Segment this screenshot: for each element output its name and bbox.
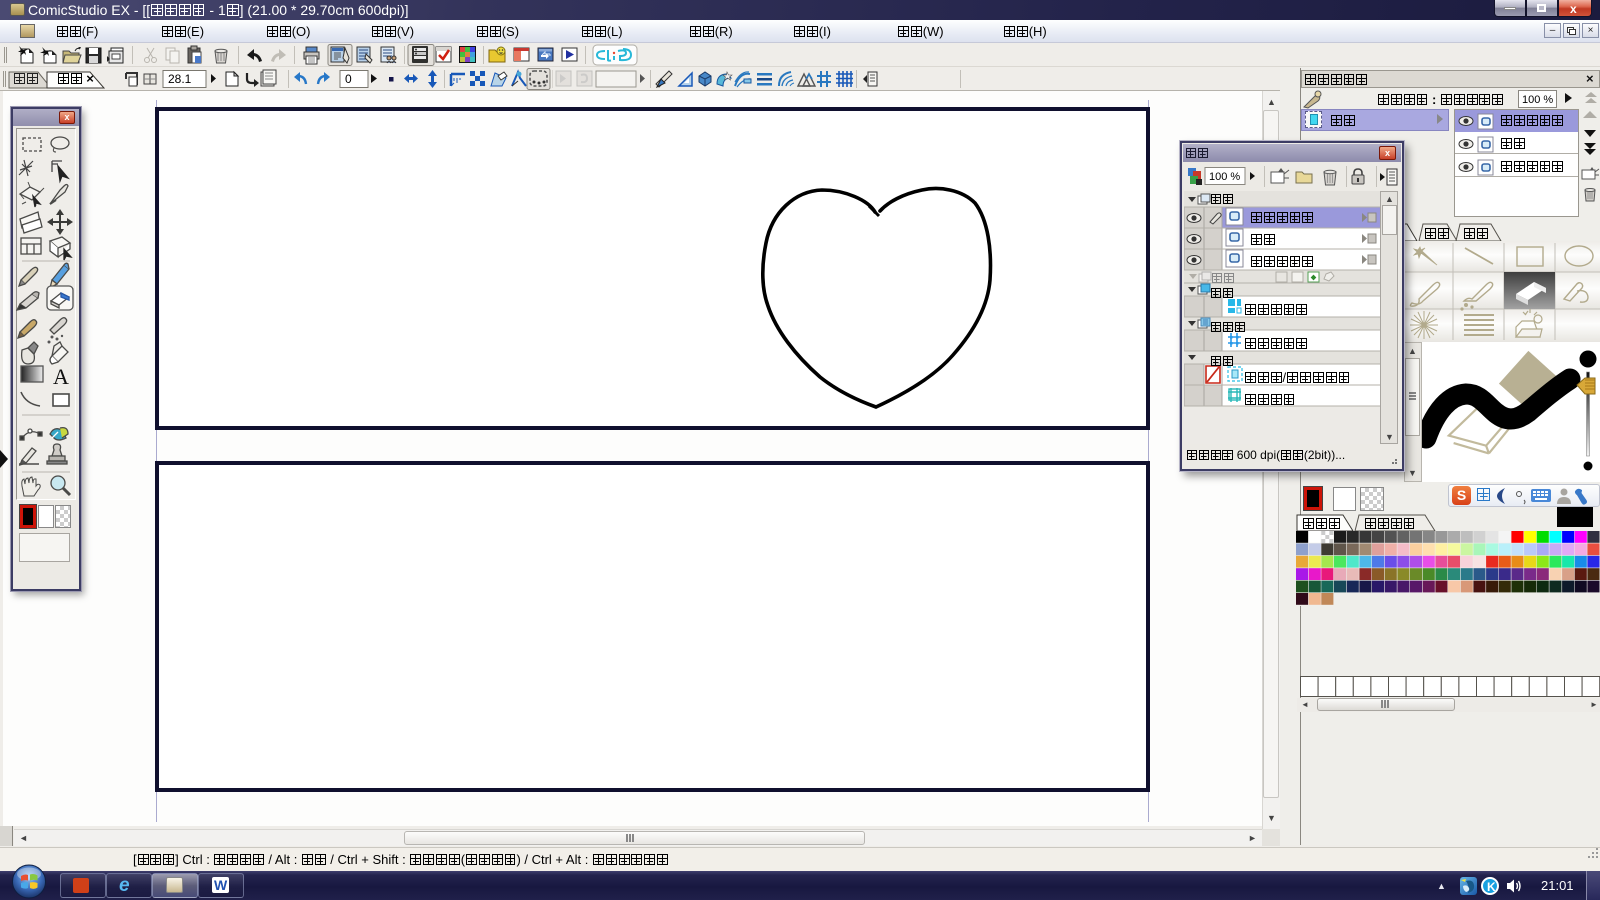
svg-text:28.1: 28.1 xyxy=(168,72,192,86)
svg-text:100 %: 100 % xyxy=(1209,171,1240,183)
svg-text:0: 0 xyxy=(345,72,352,86)
svg-text:A: A xyxy=(53,364,69,389)
